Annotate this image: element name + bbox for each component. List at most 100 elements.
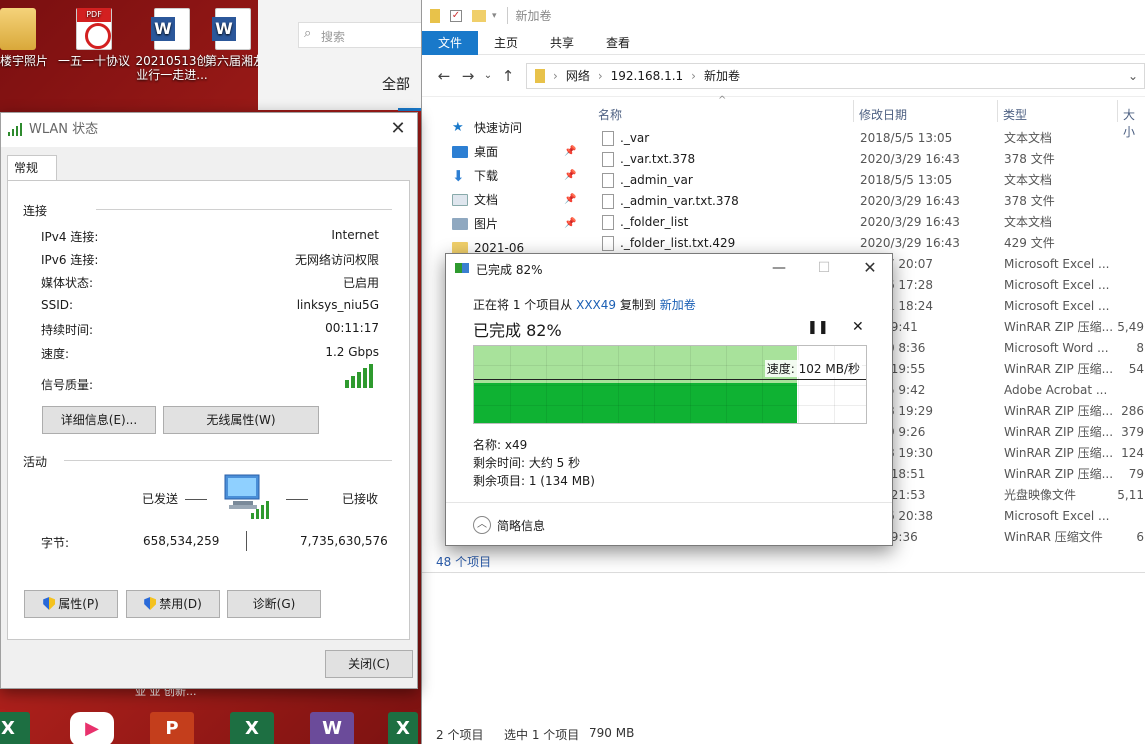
column-header-type[interactable]: 类型: [1003, 106, 1027, 123]
breadcrumb-volume[interactable]: 新加卷: [704, 67, 740, 84]
wifi-signal-icon: [8, 123, 22, 136]
nav-item-downloads[interactable]: ⬇ 下载: [452, 165, 498, 187]
desktop-icon-word[interactable]: 20210513创业行一走进...: [132, 0, 212, 82]
details-button[interactable]: 详细信息(E)...: [42, 406, 156, 434]
file-type: 378 文件: [1004, 152, 1055, 166]
table-row[interactable]: ._admin_var.txt.378 2020/3/29 16:43 378 文件: [598, 191, 1145, 212]
table-row[interactable]: ._admin_var 2018/5/5 13:05 文本文档: [598, 170, 1145, 191]
address-bar[interactable]: › 网络 › 192.168.1.1 › 新加卷 ⌄: [526, 62, 1145, 89]
download-icon: ⬇: [452, 167, 465, 185]
back-arrow-icon[interactable]: ←: [432, 67, 456, 85]
disable-button[interactable]: 禁用(D): [126, 590, 220, 618]
properties-icon[interactable]: ✓: [450, 9, 462, 22]
recent-locations-icon[interactable]: ⌄: [480, 70, 496, 81]
desktop-icon-label: 一五一十协议: [57, 54, 130, 68]
table-row[interactable]: ._folder_list.txt.429 2020/3/29 16:43 429 …: [598, 233, 1145, 254]
column-separator[interactable]: [1117, 100, 1118, 122]
word-icon[interactable]: W: [310, 712, 354, 744]
excel-icon[interactable]: X: [0, 712, 30, 744]
nav-item-pictures[interactable]: 图片: [452, 213, 498, 235]
desktop-icon-pdf[interactable]: PDF 一五一十协议: [54, 0, 134, 68]
nav-item-quick-access[interactable]: ★ 快速访问: [452, 117, 522, 139]
nav-item-label: 下载: [474, 169, 499, 183]
bytes-received-value: 7,735,630,576: [300, 534, 388, 548]
search-heading[interactable]: 全部: [382, 74, 410, 94]
pin-folder-icon[interactable]: [430, 8, 440, 23]
breadcrumb-host[interactable]: 192.168.1.1: [611, 69, 684, 83]
file-type: WinRAR ZIP 压缩...: [1004, 320, 1114, 334]
table-row[interactable]: ._folder_list 2020/3/29 16:43 文本文档: [598, 212, 1145, 233]
breadcrumb-separator-icon: ›: [597, 68, 603, 83]
minimize-icon[interactable]: —: [764, 258, 794, 280]
chevron-up-icon: ︿: [473, 516, 491, 534]
nav-item-label: 文档: [474, 193, 499, 207]
excel-icon[interactable]: X: [230, 712, 274, 744]
close-icon[interactable]: ✕: [387, 119, 409, 141]
search-tab-underline: [398, 108, 422, 111]
tab-file[interactable]: 文件: [422, 30, 479, 55]
pin-icon[interactable]: 📌: [564, 194, 576, 205]
wireless-properties-button[interactable]: 无线属性(W): [163, 406, 319, 434]
pause-icon[interactable]: ❚❚: [807, 320, 829, 335]
video-app-icon[interactable]: ▶: [70, 712, 114, 744]
network-folder-icon: [535, 68, 545, 83]
status-item-count: 2 个项目: [436, 728, 484, 742]
tab-view[interactable]: 查看: [590, 31, 646, 55]
file-icon: [602, 152, 614, 167]
nav-item-label: 桌面: [474, 145, 499, 159]
pin-icon[interactable]: 📌: [564, 218, 576, 229]
up-arrow-icon[interactable]: ↑: [496, 67, 520, 85]
file-date: 2020/3/29 16:43: [860, 194, 960, 208]
media-value: 已启用: [342, 276, 379, 290]
general-panel: 连接 IPv4 连接: Internet IPv6 连接: 无网络访问权限 媒体…: [7, 180, 410, 640]
tab-home[interactable]: 主页: [478, 31, 534, 55]
table-row[interactable]: ._var.txt.378 2020/3/29 16:43 378 文件: [598, 149, 1145, 170]
desktop-icon-word[interactable]: 第六届湘友三创...: [205, 0, 261, 68]
source-link[interactable]: XXX49: [576, 298, 616, 312]
desktop-icon-folder[interactable]: 福楼宇照片: [0, 0, 58, 68]
address-dropdown-icon[interactable]: ⌄: [1128, 69, 1138, 83]
column-header-name[interactable]: 名称: [598, 106, 622, 123]
column-separator[interactable]: [997, 100, 998, 122]
section-connection: 连接: [23, 204, 48, 218]
destination-link[interactable]: 新加卷: [660, 298, 696, 312]
nav-item-documents[interactable]: 文档: [452, 189, 498, 211]
file-name: ._admin_var: [620, 173, 693, 187]
copy-mid: 复制到: [619, 298, 656, 312]
file-name: ._admin_var.txt.378: [620, 194, 739, 208]
chevron-down-icon[interactable]: ▾: [492, 11, 497, 21]
tab-general[interactable]: 常规: [7, 155, 57, 181]
pdf-badge: PDF: [77, 8, 111, 22]
forward-arrow-icon[interactable]: →: [456, 67, 480, 85]
close-icon[interactable]: ✕: [855, 258, 885, 280]
file-type: 文本文档: [1004, 215, 1053, 229]
duration-value: 00:11:17: [325, 321, 379, 335]
received-label: 已接收: [342, 492, 379, 506]
column-header-date[interactable]: 修改日期: [859, 106, 907, 123]
cancel-icon[interactable]: ✕: [852, 319, 864, 335]
pin-icon[interactable]: 📌: [564, 146, 576, 157]
file-type: WinRAR ZIP 压缩...: [1004, 362, 1114, 376]
powerpoint-icon[interactable]: P: [150, 712, 194, 744]
file-name: ._var: [620, 131, 650, 145]
fewer-details-button[interactable]: ︿ 简略信息: [473, 516, 545, 534]
excel-icon[interactable]: X: [388, 712, 418, 744]
file-name: ._folder_list.txt.429: [620, 236, 736, 250]
breadcrumb-network[interactable]: 网络: [566, 67, 590, 84]
search-box[interactable]: ⌕ 搜索: [298, 22, 428, 48]
pin-icon[interactable]: 📌: [564, 170, 576, 181]
file-icon: [602, 215, 614, 230]
column-separator[interactable]: [853, 100, 854, 122]
new-folder-icon[interactable]: [472, 9, 486, 22]
dialog-title: 已完成 82%: [476, 263, 543, 277]
search-placeholder: 搜索: [321, 30, 346, 44]
file-size: 79: [1128, 467, 1144, 481]
nav-item-desktop[interactable]: 桌面: [452, 141, 498, 163]
ribbon-tabs: 文件 主页 共享 查看: [422, 30, 1145, 55]
close-button[interactable]: 关闭(C): [325, 650, 413, 678]
tab-share[interactable]: 共享: [534, 31, 590, 55]
properties-button[interactable]: 属性(P): [24, 590, 118, 618]
table-row[interactable]: ._var 2018/5/5 13:05 文本文档: [598, 128, 1145, 149]
file-size: 5,49: [1117, 320, 1144, 334]
diagnose-button[interactable]: 诊断(G): [227, 590, 321, 618]
